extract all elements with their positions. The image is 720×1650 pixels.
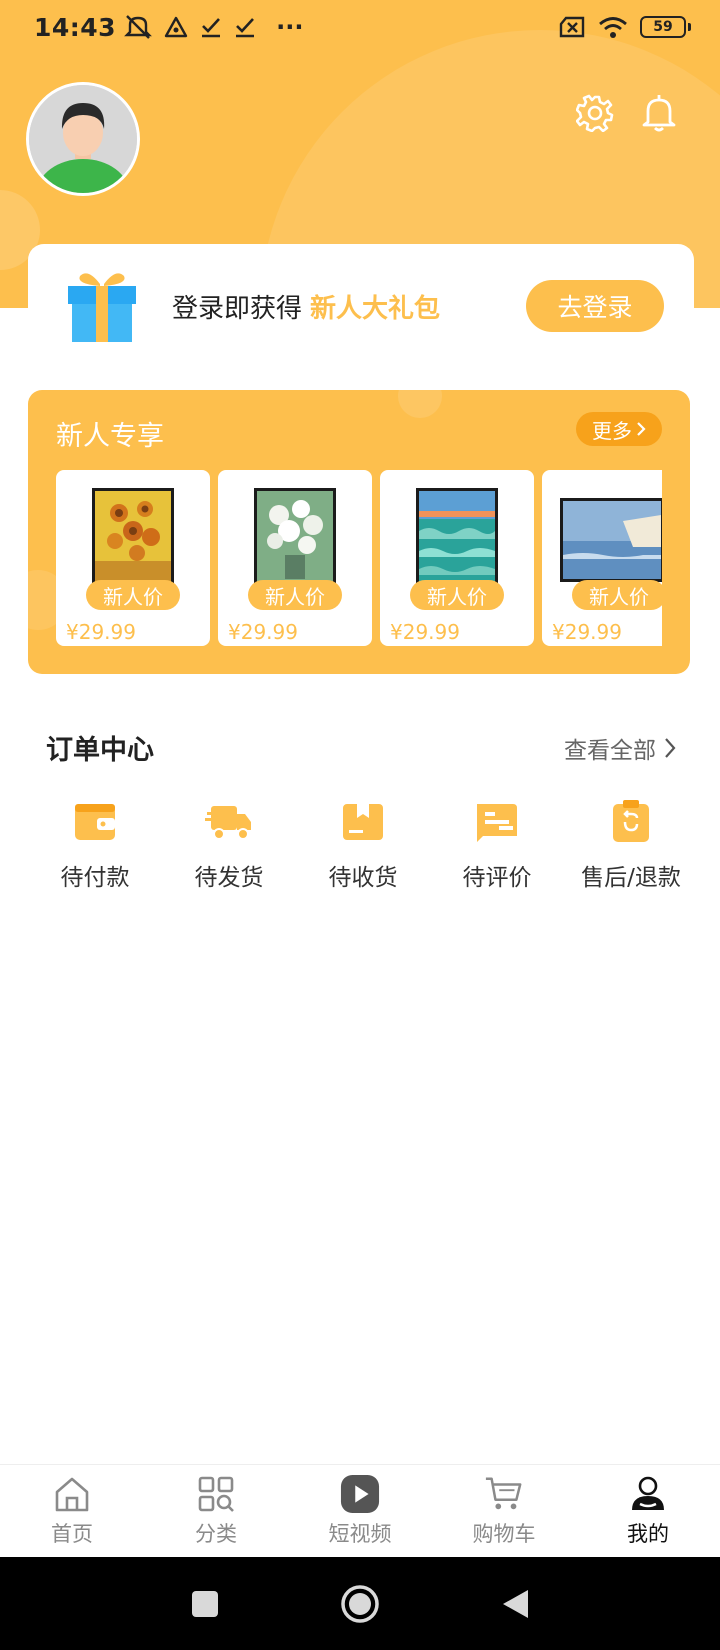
new-user-title: 新人专享 [56, 421, 164, 452]
status-time: 14:43 [34, 12, 117, 42]
view-all-orders-link[interactable]: 查看全部 [564, 731, 676, 765]
tab-label: 我的 [627, 1522, 669, 1546]
tab-label: 购物车 [472, 1522, 536, 1546]
order-center-header: 订单中心 查看全部 [46, 728, 676, 767]
new-user-price-tag: 新人价 [572, 580, 662, 610]
login-promo-card: 登录即获得 新人大礼包 去登录 [28, 244, 694, 368]
chevron-right-icon [637, 422, 646, 436]
order-item-label: 待收货 [328, 865, 398, 891]
review-icon [477, 804, 517, 842]
cart-icon [485, 1477, 522, 1510]
product-image [416, 488, 498, 586]
product-card[interactable]: 新人价 ¥29.99 [542, 470, 662, 646]
category-icon [198, 1476, 234, 1512]
white-flowers-painting [257, 491, 333, 583]
more-notifications-dots: ··· [276, 13, 304, 41]
order-item-label: 待付款 [60, 865, 130, 891]
bell-icon [642, 95, 676, 132]
tab-home[interactable]: 首页 [0, 1465, 144, 1557]
truck-icon [205, 806, 251, 840]
back-button-icon[interactable] [500, 1588, 530, 1620]
profile-icon [632, 1476, 664, 1510]
order-item-label: 待发货 [194, 865, 264, 891]
home-button-icon[interactable] [340, 1584, 380, 1624]
login-promo-highlight: 新人大礼包 [310, 293, 441, 324]
notifications-button[interactable] [638, 92, 680, 134]
wallet-icon [75, 804, 115, 840]
tab-cart[interactable]: 购物车 [432, 1465, 576, 1557]
product-card[interactable]: 新人价 ¥29.99 [218, 470, 372, 646]
tab-profile[interactable]: 我的 [576, 1465, 720, 1557]
battery-indicator: 59 [640, 16, 691, 38]
login-button[interactable]: 去登录 [526, 280, 664, 332]
tab-short-video[interactable]: 短视频 [288, 1465, 432, 1557]
no-sim-icon [559, 16, 585, 38]
home-icon [55, 1477, 89, 1512]
product-price: ¥29.99 [552, 620, 622, 644]
product-image [92, 488, 174, 586]
tab-label: 分类 [195, 1522, 237, 1546]
status-bar: 14:43 ··· 59 [0, 0, 720, 54]
default-avatar-icon [29, 85, 137, 193]
system-navigation-bar [0, 1557, 720, 1650]
order-pending-shipment[interactable]: 待发货 [162, 798, 296, 892]
sunflowers-painting [95, 491, 171, 583]
tab-label: 短视频 [328, 1522, 392, 1546]
video-icon [340, 1474, 380, 1514]
new-user-price-tag: 新人价 [248, 580, 342, 610]
wifi-icon [599, 17, 627, 38]
bottom-tab-bar: 首页 分类 短视频 购物车 我的 [0, 1464, 720, 1557]
download-done-icon [236, 18, 255, 38]
tab-label: 首页 [51, 1522, 93, 1546]
download-done-icon [202, 18, 221, 38]
gift-icon [68, 273, 136, 342]
alert-triangle-icon [164, 16, 188, 38]
new-user-price-tag: 新人价 [410, 580, 504, 610]
recents-button-icon[interactable] [190, 1589, 220, 1619]
login-promo-text: 登录即获得 [172, 293, 303, 324]
order-item-label: 待评价 [462, 865, 532, 891]
order-pending-receipt[interactable]: 待收货 [296, 798, 430, 892]
settings-button[interactable] [574, 92, 616, 134]
more-button-label: 更多 [592, 418, 632, 443]
more-button[interactable]: 更多 [576, 412, 662, 446]
order-after-sales[interactable]: 售后/退款 [564, 798, 698, 892]
gear-icon [576, 94, 614, 132]
order-pending-payment[interactable]: 待付款 [28, 798, 162, 892]
new-user-price-tag: 新人价 [86, 580, 180, 610]
battery-level: 59 [653, 19, 673, 35]
chevron-right-icon [665, 737, 676, 758]
product-card[interactable]: 新人价 ¥29.99 [380, 470, 534, 646]
view-all-label: 查看全部 [564, 737, 656, 764]
product-carousel[interactable]: 新人价 ¥29.99 新人价 ¥29.99 新人价 ¥29.99 新人价 ¥29… [56, 470, 662, 646]
new-user-section: 新人专享 更多 新人价 ¥29.99 新人价 ¥29.99 新人价 ¥29.99… [28, 390, 690, 674]
order-pending-review[interactable]: 待评价 [430, 798, 564, 892]
refund-icon [613, 800, 649, 842]
seascape-painting [419, 491, 495, 583]
product-image [254, 488, 336, 586]
tab-category[interactable]: 分类 [144, 1465, 288, 1557]
product-card[interactable]: 新人价 ¥29.99 [56, 470, 210, 646]
avatar[interactable] [26, 82, 140, 196]
order-status-row: 待付款 待发货 待收货 待评价 售后/退款 [28, 798, 708, 892]
order-item-label: 售后/退款 [581, 865, 681, 891]
package-icon [343, 804, 383, 840]
product-image [560, 498, 662, 582]
cliffs-painting [563, 501, 661, 579]
product-price: ¥29.99 [228, 620, 298, 644]
product-price: ¥29.99 [390, 620, 460, 644]
mute-icon [124, 15, 152, 39]
product-price: ¥29.99 [66, 620, 136, 644]
order-center-title: 订单中心 [46, 735, 154, 766]
